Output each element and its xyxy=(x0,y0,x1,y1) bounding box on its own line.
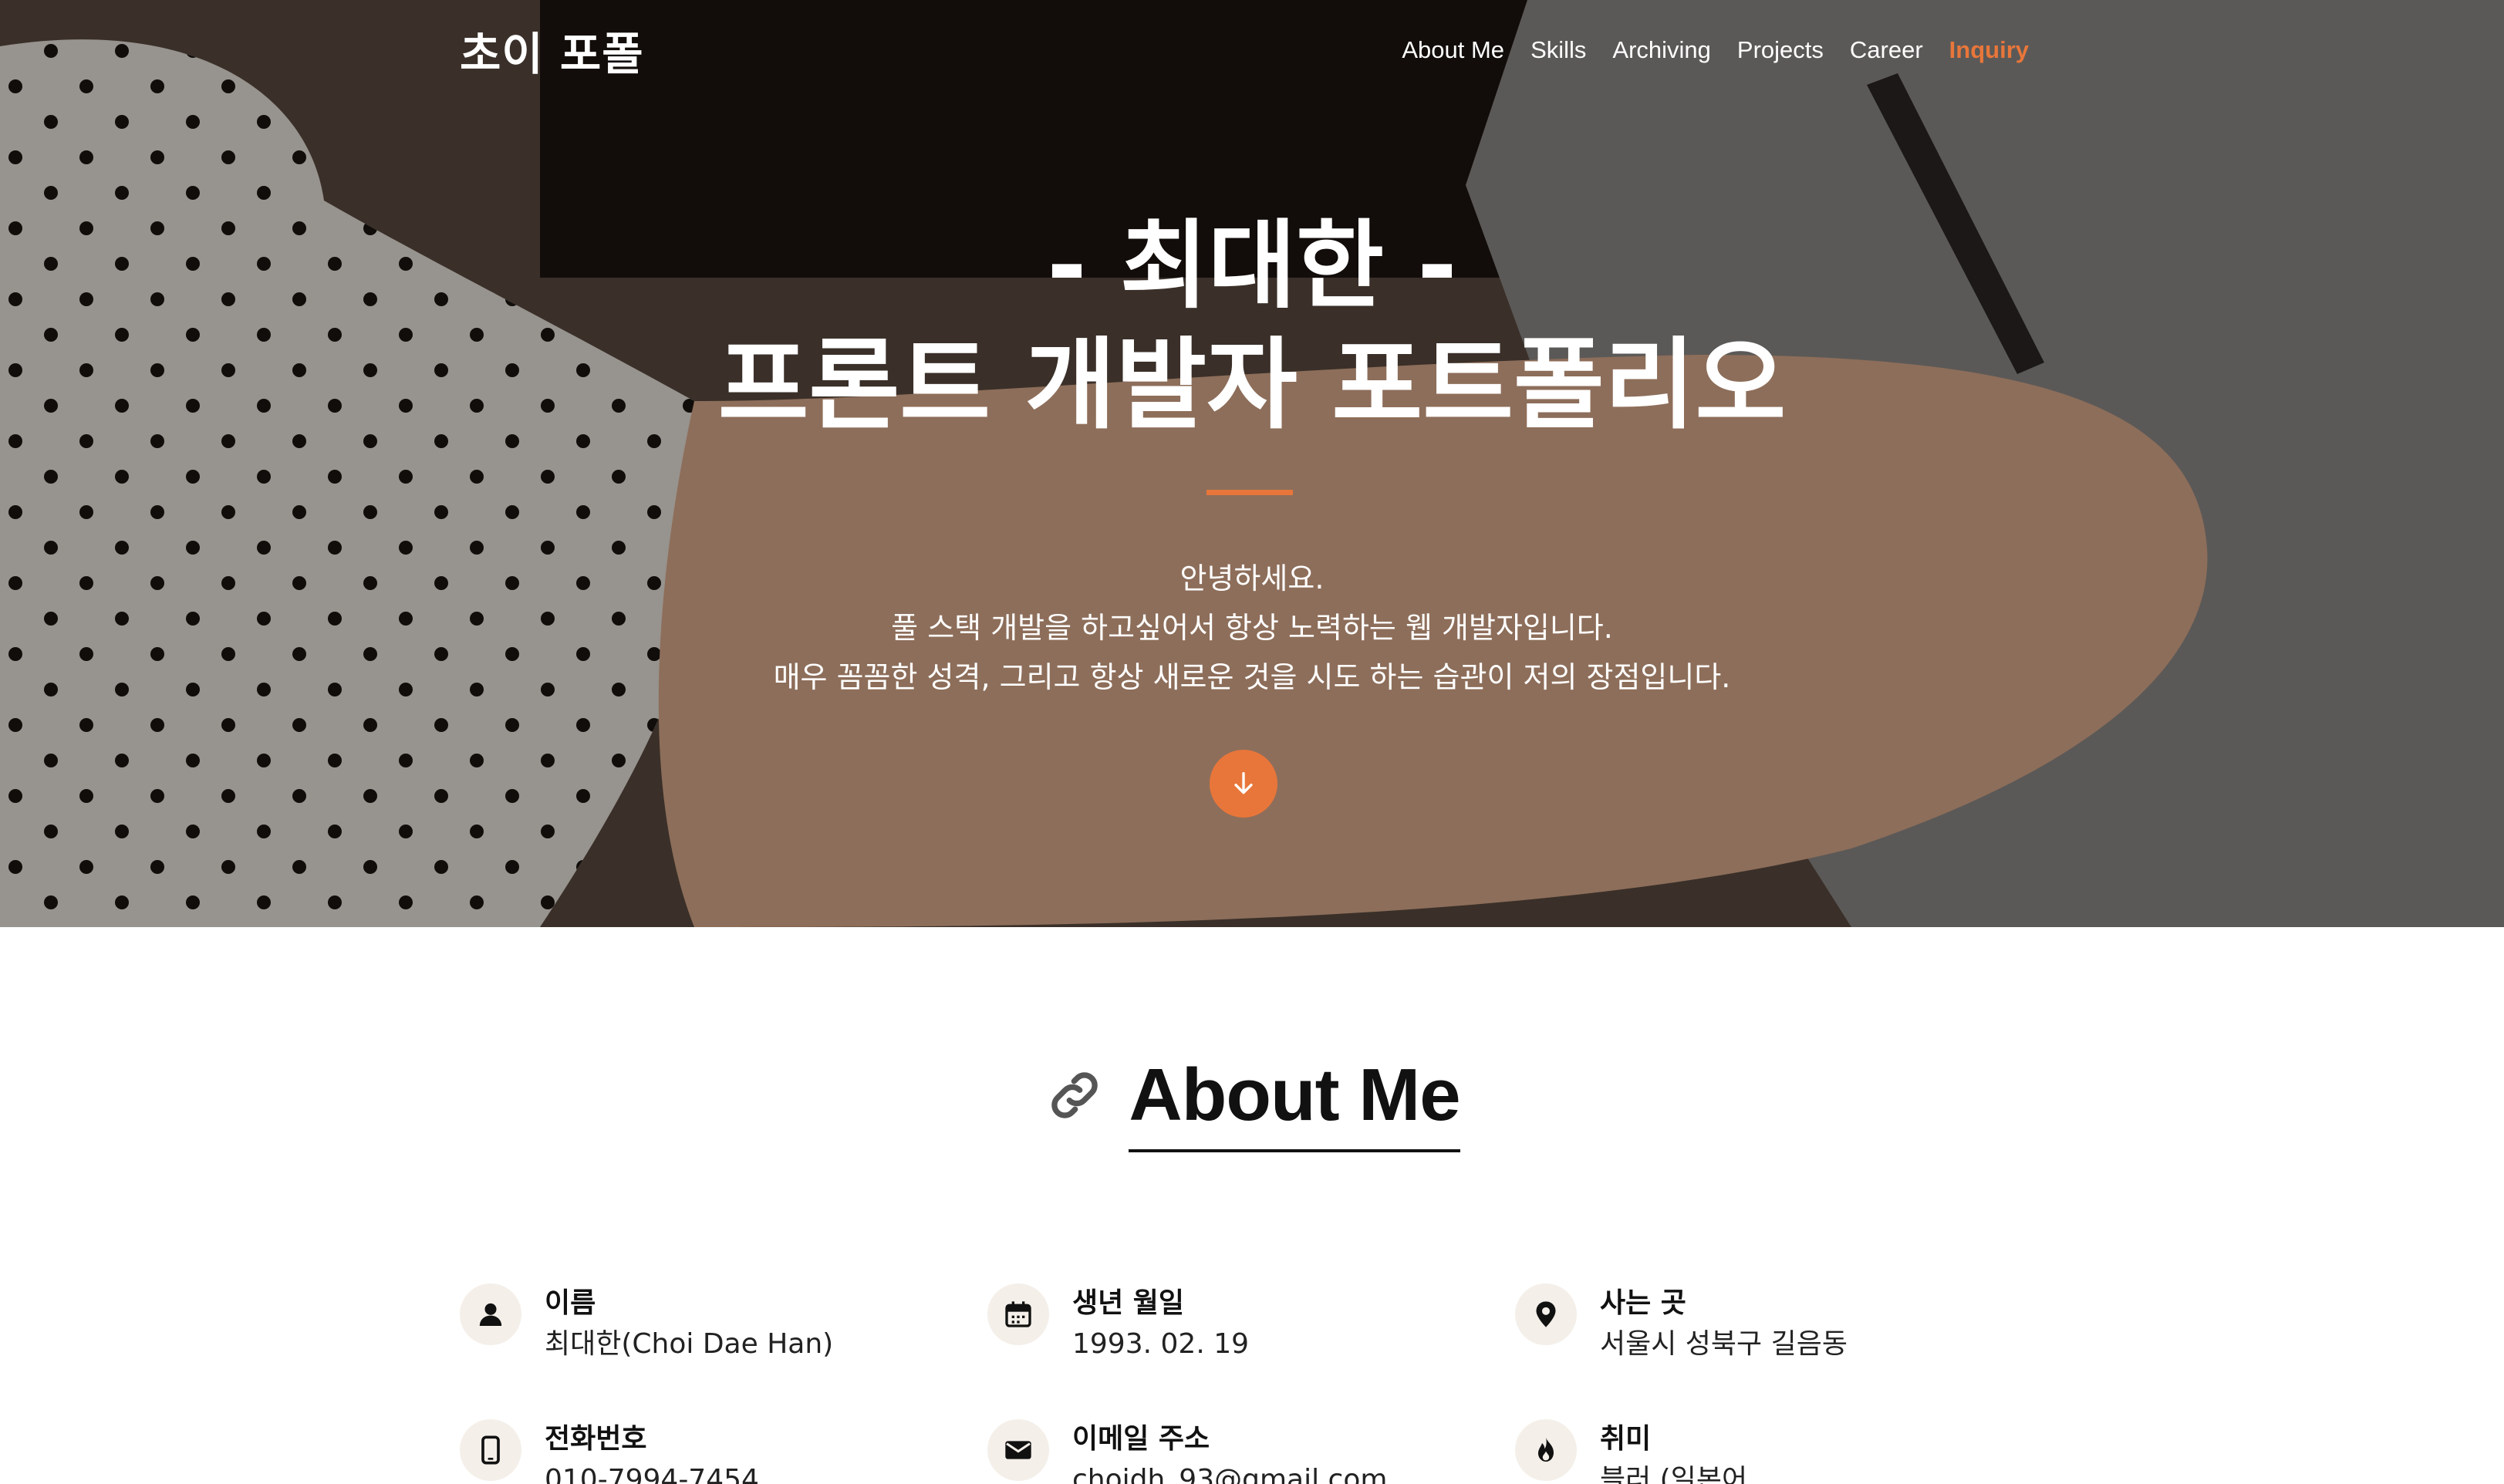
hero-description-line: 풀 스택 개발을 하고싶어서 항상 노력하는 웹 개발자입니다. xyxy=(891,611,1613,645)
fire-icon xyxy=(1515,1419,1577,1481)
about-info-grid: 이름 최대한(Choi Dae Han) 생년 월일 1993. 02. 19 … xyxy=(460,1283,2044,1484)
about-heading: About Me xyxy=(0,1034,2504,1157)
hero-divider xyxy=(1206,490,1293,495)
arrow-down-icon xyxy=(1234,772,1253,794)
hero-title-name: - 최대한 - xyxy=(1047,211,1457,322)
mail-icon xyxy=(987,1419,1049,1481)
info-label: 이름 xyxy=(545,1287,596,1319)
main-nav: About Me Skills Archiving Projects Caree… xyxy=(1402,31,2029,69)
hero-description-line: 안녕하세요. xyxy=(1179,562,1325,595)
location-pin-icon xyxy=(1515,1283,1577,1345)
info-item-location: 사는 곳 서울시 성북구 길음동 xyxy=(1515,1283,1848,1365)
info-item-phone: 전화번호 010-7994-7454 xyxy=(460,1419,759,1484)
info-label: 취미 xyxy=(1600,1423,1652,1455)
link-icon xyxy=(1051,1072,1098,1118)
info-item-hobby: 취미 블러 (일본어 xyxy=(1515,1419,1747,1484)
info-label: 이메일 주소 xyxy=(1072,1423,1210,1455)
info-value: 010-7994-7454 xyxy=(545,1464,759,1484)
nav-career[interactable]: Career xyxy=(1850,36,1923,64)
info-item-name: 이름 최대한(Choi Dae Han) xyxy=(460,1283,833,1365)
person-icon xyxy=(460,1283,521,1345)
scroll-down-button[interactable] xyxy=(1210,750,1277,818)
nav-about-me[interactable]: About Me xyxy=(1402,36,1504,64)
info-item-email: 이메일 주소 choidh_93@gmail.com xyxy=(987,1419,1387,1484)
section-title: About Me xyxy=(1129,1054,1460,1136)
info-value: 최대한(Choi Dae Han) xyxy=(545,1328,834,1360)
info-label: 생년 월일 xyxy=(1072,1287,1185,1319)
site-logo[interactable]: 초이 포폴 xyxy=(460,23,644,85)
phone-icon xyxy=(460,1419,521,1481)
info-value: 서울시 성북구 길음동 xyxy=(1600,1328,1848,1360)
nav-archiving[interactable]: Archiving xyxy=(1612,36,1711,64)
nav-skills[interactable]: Skills xyxy=(1530,36,1586,64)
info-label: 전화번호 xyxy=(545,1423,647,1455)
hero-description-line: 매우 꼼꼼한 성격, 그리고 항상 새로운 것을 시도 하는 습관이 저의 장점… xyxy=(773,660,1731,694)
section-title-underline xyxy=(1129,1149,1460,1152)
info-value: 블러 (일본어 xyxy=(1600,1464,1748,1484)
info-item-birthdate: 생년 월일 1993. 02. 19 xyxy=(987,1283,1249,1365)
nav-projects[interactable]: Projects xyxy=(1737,36,1824,64)
info-value: 1993. 02. 19 xyxy=(1072,1328,1250,1360)
hero-section: 초이 포폴 About Me Skills Archiving Projects… xyxy=(0,0,2504,927)
info-value: choidh_93@gmail.com xyxy=(1072,1464,1388,1484)
calendar-icon xyxy=(987,1283,1049,1345)
info-label: 사는 곳 xyxy=(1600,1287,1686,1319)
nav-inquiry[interactable]: Inquiry xyxy=(1949,36,2029,64)
hero-title-subtitle: 프론트 개발자 포트폴리오 xyxy=(717,328,1787,443)
